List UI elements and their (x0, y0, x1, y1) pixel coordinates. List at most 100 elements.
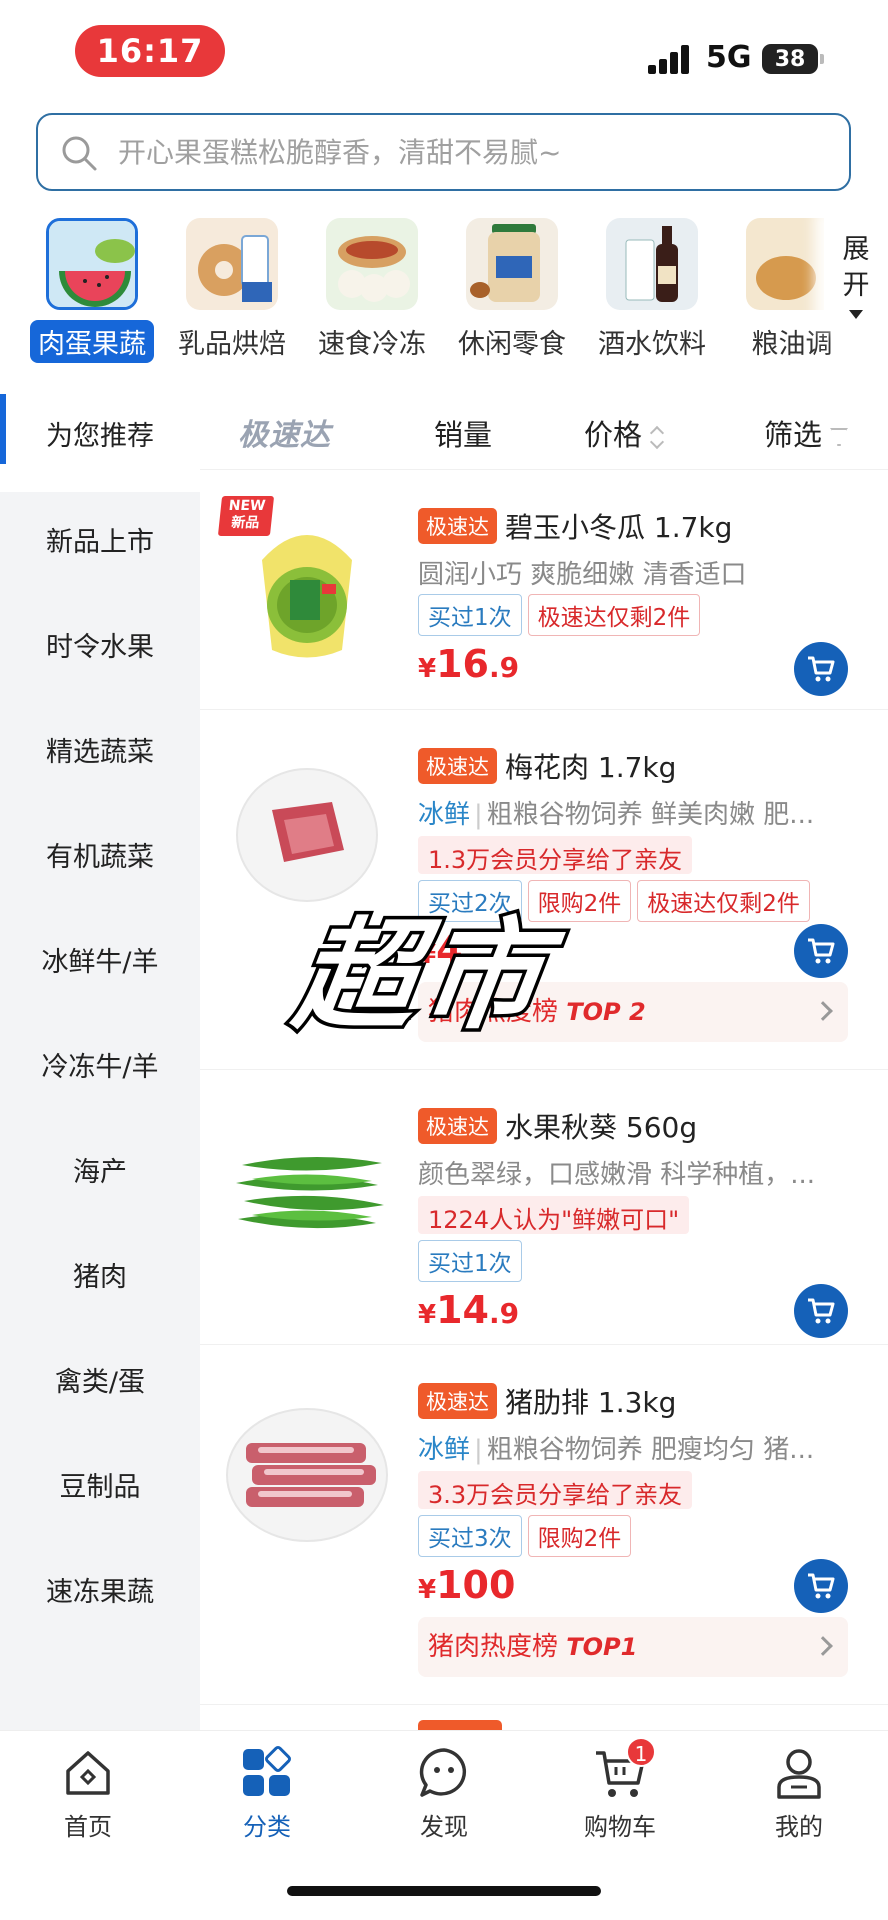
chevron-right-icon (813, 1636, 833, 1656)
sidebar-item-frozen-beef[interactable]: 冷冻牛/羊 (0, 1045, 200, 1084)
product-tags: 买过3次 限购2件 (418, 1515, 637, 1557)
search-input[interactable] (118, 135, 818, 169)
top-category-dairy[interactable]: 乳品烘焙 (162, 210, 302, 363)
filter-button[interactable]: 筛选 (764, 412, 849, 454)
speed-tag: 极速达 (418, 508, 497, 544)
product-card[interactable]: 极速达 水果秋葵 560g 颜色翠绿，口感嫩滑 科学种植，... 1224人认为"… (200, 1070, 888, 1345)
tab-home[interactable]: 首页 (28, 1745, 148, 1842)
new-badge-top: NEW (227, 498, 267, 514)
sidebar-item-fruit[interactable]: 时令水果 (0, 625, 200, 664)
produce-thumb (46, 218, 138, 310)
product-price: ¥100 (418, 1563, 515, 1607)
search-bar[interactable] (36, 113, 851, 191)
filter-label: 筛选 (764, 418, 823, 452)
new-badge-bottom: 新品 (230, 515, 261, 531)
sidebar-item-poultry[interactable]: 禽类/蛋 (0, 1360, 200, 1399)
sidebar-item-recommended[interactable]: 为您推荐 (0, 390, 200, 480)
sort-arrows-icon (650, 426, 664, 448)
filter-icon (830, 428, 849, 446)
tab-label: 我的 (775, 1813, 823, 1841)
add-to-cart-button[interactable] (794, 642, 848, 696)
rank-text: 猪肉热度榜 (428, 1632, 559, 1662)
tab-label: 首页 (64, 1813, 112, 1841)
add-to-cart-button[interactable] (794, 1559, 848, 1613)
tab-discover[interactable]: 发现 (384, 1745, 504, 1842)
product-tags: 买过1次 (418, 1240, 528, 1282)
express-logo[interactable]: 极速达 (238, 410, 331, 454)
cart-icon (808, 938, 835, 964)
price-dec: .9 (488, 651, 520, 684)
home-icon (60, 1745, 116, 1801)
price-int: 14 (436, 1288, 489, 1332)
product-name: 梅花肉 1.7kg (505, 751, 677, 784)
product-image (236, 1156, 384, 1229)
top-category-frozen[interactable]: 速食冷冻 (302, 210, 442, 363)
product-title: 极速达 碧玉小冬瓜 1.7kg (418, 506, 868, 546)
sort-sales-label: 销量 (434, 418, 493, 452)
speed-tag: 极速达 (418, 1108, 497, 1144)
product-image (226, 1408, 388, 1542)
sidebar-item-pork[interactable]: 猪肉 (0, 1255, 200, 1294)
category-icon (239, 1745, 295, 1801)
product-price: ¥16.9 (418, 642, 519, 686)
product-desc: 冰鲜 | 粗粮谷物饲养 肥瘦均匀 猪... (418, 1435, 815, 1465)
tab-label: 分类 (243, 1813, 291, 1841)
clock: 16:17 (75, 25, 225, 77)
rank-top: TOP1 (566, 1633, 638, 1661)
social-proof: 1.3万会员分享给了亲友 (418, 836, 693, 874)
network-type: 5G (706, 40, 752, 75)
top-category-label: 肉蛋果蔬 (30, 320, 154, 363)
product-tags: 买过1次 极速达仅剩2件 (418, 594, 706, 636)
bought-tag: 买过1次 (418, 594, 522, 636)
desc-text: 粗粮谷物饲养 鲜美肉嫩 肥... (486, 800, 815, 830)
home-indicator[interactable] (287, 1886, 601, 1896)
product-name: 碧玉小冬瓜 1.7kg (505, 511, 733, 544)
expand-label: 展开 (842, 234, 870, 301)
top-category-drinks[interactable]: 酒水饮料 (582, 210, 722, 363)
desc-text: 粗粮谷物饲养 肥瘦均匀 猪... (486, 1435, 815, 1465)
price-int: 100 (436, 1563, 516, 1607)
fresh-label: 冰鲜 (418, 800, 471, 830)
drinks-thumb (606, 218, 698, 310)
sort-sales[interactable]: 销量 (434, 412, 492, 454)
product-name: 水果秋葵 560g (505, 1111, 698, 1144)
tab-category[interactable]: 分类 (207, 1745, 327, 1842)
rank-banner[interactable]: 猪肉热度榜 TOP1 (418, 1617, 848, 1677)
top-category-label: 速食冷冻 (318, 329, 426, 360)
expand-categories-button[interactable]: 展开 (824, 210, 888, 330)
sort-bar: 极速达 销量 价格 筛选 (200, 390, 888, 470)
tab-me[interactable]: 我的 (739, 1745, 859, 1842)
tab-label: 发现 (420, 1813, 468, 1841)
product-card[interactable]: 极速达 猪肋排 1.3kg 冰鲜 | 粗粮谷物饲养 肥瘦均匀 猪... 3.3万会员分… (200, 1345, 888, 1705)
tab-cart[interactable]: 1 购物车 (560, 1737, 680, 1842)
sort-price[interactable]: 价格 (584, 412, 664, 454)
limit-tag: 限购2件 (527, 1515, 632, 1557)
top-category-strip: 肉蛋果蔬 乳品烘焙 速食冷冻 休闲零食 酒水饮料 粮油调 (0, 210, 888, 390)
chevron-right-icon (813, 1001, 833, 1021)
price-int: 16 (436, 642, 489, 686)
add-to-cart-button[interactable] (794, 1284, 848, 1338)
chat-bubble-icon (416, 1745, 472, 1801)
social-proof: 3.3万会员分享给了亲友 (418, 1471, 693, 1509)
user-icon (771, 1745, 827, 1801)
sidebar-item-chilled-beef[interactable]: 冰鲜牛/羊 (0, 940, 200, 979)
sidebar-item-organic[interactable]: 有机蔬菜 (0, 835, 200, 874)
price-dec: .9 (488, 1297, 520, 1330)
bought-tag: 买过3次 (418, 1515, 522, 1557)
top-category-produce[interactable]: 肉蛋果蔬 (22, 210, 162, 363)
top-category-snacks[interactable]: 休闲零食 (442, 210, 582, 363)
battery-icon: 38 (762, 44, 824, 74)
sidebar-item-new[interactable]: 新品上市 (0, 520, 200, 559)
add-to-cart-button[interactable] (794, 924, 848, 978)
chevron-down-icon (849, 310, 863, 319)
product-title: 极速达 水果秋葵 560g (418, 1106, 868, 1146)
sidebar-item-tofu[interactable]: 豆制品 (0, 1465, 200, 1504)
sidebar-item-seafood[interactable]: 海产 (0, 1150, 200, 1189)
sidebar-item-label: 为您推荐 (46, 421, 154, 452)
product-card[interactable] (200, 1718, 888, 1730)
sidebar-item-vegetables[interactable]: 精选蔬菜 (0, 730, 200, 769)
sidebar-item-frozen-produce[interactable]: 速冻果蔬 (0, 1570, 200, 1609)
product-card[interactable]: NEW 新品 极速达 碧玉小冬瓜 1.7kg 圆润小巧 爽脆细嫩 清香适口 买过1… (200, 470, 888, 710)
dairy-thumb (186, 218, 278, 310)
cart-icon (808, 656, 835, 682)
